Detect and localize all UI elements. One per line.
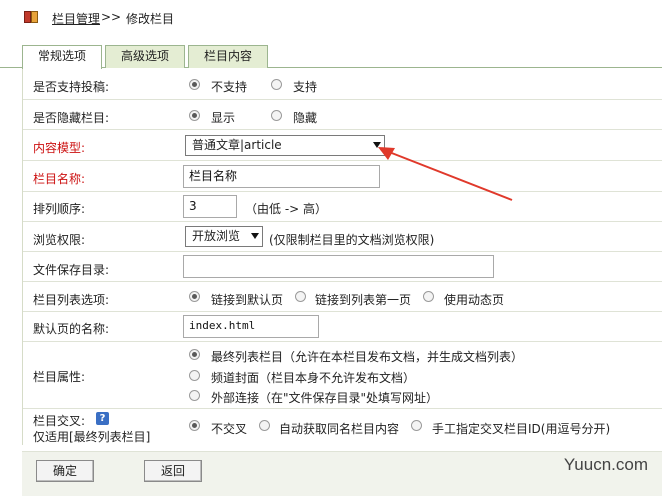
row-sort-order: 排列顺序: 3 （由低 -> 高） <box>23 192 662 222</box>
radio-link-default-text: 链接到默认页 <box>211 293 284 307</box>
save-dir-input[interactable] <box>183 255 494 278</box>
sort-order-hint: （由低 -> 高） <box>245 202 328 216</box>
radio-hide-text: 隐藏 <box>293 111 318 125</box>
radio-final-list-text: 最终列表栏目（允许在本栏目发布文档，并生成文档列表） <box>211 350 524 364</box>
radio-no-cross[interactable] <box>189 420 200 431</box>
radio-hide[interactable] <box>271 110 282 121</box>
radio-external-link-text: 外部连接（在"文件保存目录"处填写网址） <box>211 391 439 405</box>
row-browse-permission: 浏览权限: 开放浏览 (仅限制栏目里的文档浏览权限) <box>23 222 662 252</box>
radio-external-link[interactable] <box>189 390 200 401</box>
sort-order-label: 排列顺序: <box>33 202 86 216</box>
browse-permission-label: 浏览权限: <box>33 233 86 247</box>
row-hide-category: 是否隐藏栏目: 显示 隐藏 <box>23 100 662 130</box>
hide-category-label: 是否隐藏栏目: <box>33 111 110 125</box>
row-save-dir: 文件保存目录: <box>23 252 662 282</box>
radio-auto-cross-text: 自动获取同名栏目内容 <box>279 422 400 436</box>
browse-permission-hint: (仅限制栏目里的文档浏览权限) <box>269 233 435 247</box>
tab-general[interactable]: 常规选项 <box>22 45 102 69</box>
content-model-value: 普通文章|article <box>192 138 282 152</box>
browse-permission-value: 开放浏览 <box>192 229 241 243</box>
browse-permission-select[interactable]: 开放浏览 <box>185 226 263 247</box>
sort-order-input[interactable]: 3 <box>183 195 237 218</box>
default-page-label: 默认页的名称: <box>33 322 110 336</box>
radio-final-list[interactable] <box>189 349 200 360</box>
category-name-label: 栏目名称: <box>33 172 86 186</box>
row-category-name: 栏目名称: 栏目名称 <box>23 161 662 192</box>
row-support-submit: 是否支持投稿: 不支持 支持 <box>23 68 662 100</box>
dropdown-arrow-icon <box>373 142 381 148</box>
support-submit-label: 是否支持投稿: <box>33 80 110 94</box>
dropdown-arrow-icon <box>251 233 259 239</box>
list-option-label: 栏目列表选项: <box>33 293 110 307</box>
radio-channel-cover[interactable] <box>189 370 200 381</box>
tab-content[interactable]: 栏目内容 <box>188 45 268 68</box>
radio-not-support-text: 不支持 <box>211 80 248 94</box>
ok-button[interactable]: 确定 <box>36 460 94 482</box>
save-dir-label: 文件保存目录: <box>33 263 110 277</box>
content-model-select[interactable]: 普通文章|article <box>185 135 385 156</box>
book-icon <box>24 11 38 23</box>
help-icon[interactable]: ? <box>96 412 109 425</box>
radio-link-default[interactable] <box>189 291 200 302</box>
top-bar: 栏目管理 >> 修改栏目 <box>0 0 662 40</box>
cross-sublabel: 仅适用[最终列表栏目] <box>33 430 151 444</box>
breadcrumb-current: 修改栏目 <box>126 12 175 26</box>
radio-link-first-page-text: 链接到列表第一页 <box>315 293 412 307</box>
category-name-input[interactable]: 栏目名称 <box>183 165 380 188</box>
category-attr-label: 栏目属性: <box>33 370 86 384</box>
radio-no-cross-text: 不交叉 <box>211 422 248 436</box>
radio-manual-cross[interactable] <box>411 420 422 431</box>
row-cross: 栏目交叉: ? 仅适用[最终列表栏目] 不交叉 自动获取同名栏目内容 手工指定交… <box>23 409 662 445</box>
radio-manual-cross-text: 手工指定交叉栏目ID(用逗号分开) <box>432 422 611 436</box>
row-default-page: 默认页的名称: index.html <box>23 312 662 342</box>
row-category-attr: 栏目属性: 最终列表栏目（允许在本栏目发布文档，并生成文档列表） 频道封面（栏目… <box>23 342 662 409</box>
radio-show[interactable] <box>189 110 200 121</box>
category-edit-form: 是否支持投稿: 不支持 支持 是否隐藏栏目: 显示 隐藏 内容模型: 普通文章|… <box>22 68 662 445</box>
radio-channel-cover-text: 频道封面（栏目本身不允许发布文档） <box>211 371 416 385</box>
radio-support[interactable] <box>271 79 282 90</box>
radio-not-support[interactable] <box>189 79 200 90</box>
tab-bar: 常规选项 高级选项 栏目内容 <box>22 45 662 69</box>
breadcrumb-category-manage-link[interactable]: 栏目管理 <box>52 10 100 27</box>
breadcrumb-separator: >> <box>101 10 122 24</box>
radio-dynamic-page[interactable] <box>423 291 434 302</box>
radio-support-text: 支持 <box>293 80 318 94</box>
radio-auto-cross[interactable] <box>259 420 270 431</box>
row-content-model: 内容模型: 普通文章|article <box>23 130 662 161</box>
default-page-input[interactable]: index.html <box>183 315 319 338</box>
radio-link-first-page[interactable] <box>295 291 306 302</box>
back-button[interactable]: 返回 <box>144 460 202 482</box>
content-model-label: 内容模型: <box>33 141 86 155</box>
row-list-option: 栏目列表选项: 链接到默认页 链接到列表第一页 使用动态页 <box>23 282 662 312</box>
radio-show-text: 显示 <box>211 111 236 125</box>
watermark: Yuucn.com <box>563 455 648 474</box>
cross-label: 栏目交叉: <box>33 414 86 428</box>
tab-advanced[interactable]: 高级选项 <box>105 45 185 68</box>
radio-dynamic-page-text: 使用动态页 <box>444 293 505 307</box>
